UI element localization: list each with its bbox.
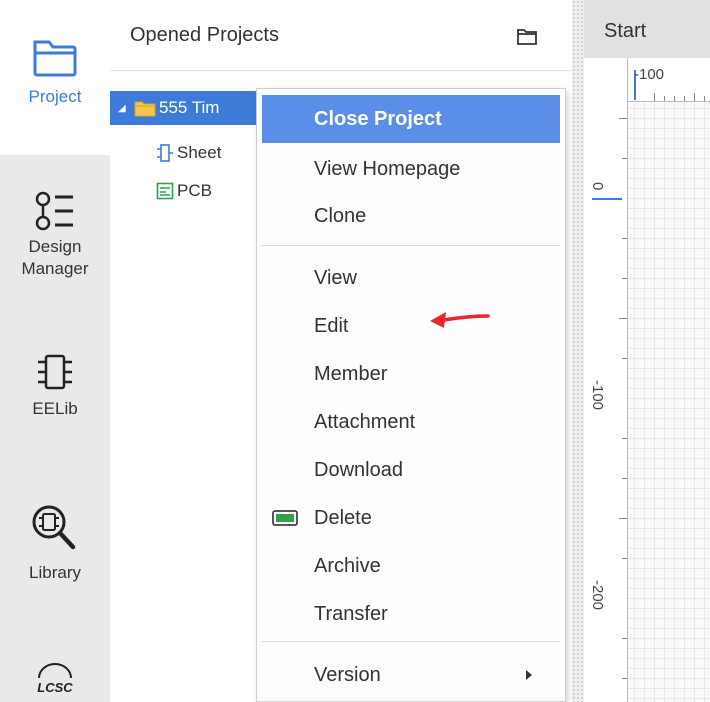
expand-caret-icon[interactable]: ◢ <box>118 103 130 114</box>
ruler-left-label: -100 <box>589 380 606 411</box>
menu-item-label: Archive <box>314 554 381 577</box>
panel-splitter[interactable] <box>572 0 584 702</box>
folder-icon <box>33 40 77 77</box>
rail-item-label: Project <box>28 87 82 106</box>
tree-item-label: PCB <box>177 181 212 200</box>
menu-separator <box>262 245 560 246</box>
menu-item-label: View <box>314 266 357 289</box>
magnify-chip-icon <box>32 505 76 550</box>
menu-item-clone[interactable]: Clone <box>262 192 560 240</box>
nav-rail: Project Design Manager EELib Library LCS… <box>0 0 110 702</box>
menu-item-label: View Homepage <box>314 157 461 180</box>
schematic-icon <box>157 144 173 162</box>
menu-item-member[interactable]: Member <box>262 350 560 398</box>
ruler-left-label: -200 <box>589 580 606 611</box>
canvas-tab-bar: Start <box>584 0 710 58</box>
list-icon <box>35 191 73 231</box>
pcb-icon <box>156 182 174 200</box>
tree-item-project[interactable]: ◢ 555 Tim <box>110 91 270 125</box>
ruler-left-label: 0 <box>589 182 606 191</box>
menu-item-label: Clone <box>314 204 367 227</box>
rail-item-eelib[interactable]: EELib <box>0 350 110 440</box>
panel-title: Opened Projects <box>130 24 279 46</box>
menu-item-transfer[interactable]: Transfer <box>262 590 560 638</box>
lcsc-logo-icon: LCSC <box>37 663 73 695</box>
menu-item-label: Transfer <box>314 602 388 625</box>
ruler-top-label: -100 <box>634 66 665 83</box>
panel-divider <box>110 70 572 71</box>
menu-item-label: Version <box>314 663 381 686</box>
menu-item-close-project[interactable]: Close Project <box>262 95 560 143</box>
rail-item-label: EELib <box>32 399 78 418</box>
rail-item-label: Library <box>29 563 81 582</box>
rail-item-label: Design Manager <box>21 237 89 278</box>
rail-item-project[interactable]: Project <box>0 0 110 155</box>
menu-item-archive[interactable]: Archive <box>262 542 560 590</box>
submenu-arrow-icon <box>526 670 532 680</box>
menu-item-edit[interactable]: Edit <box>262 302 560 350</box>
menu-item-label: Close Project <box>314 107 442 130</box>
tree-item-label: 555 Tim <box>159 98 220 117</box>
menu-item-label: Delete <box>314 506 372 529</box>
tree-item-label: Sheet <box>177 143 222 162</box>
menu-item-label: Member <box>314 362 388 385</box>
tab-start[interactable]: Start <box>584 0 710 58</box>
project-context-menu: Close Project View Homepage Clone View E… <box>256 88 566 702</box>
lcsc-label: LCSC <box>37 680 73 695</box>
folder-icon <box>134 101 156 117</box>
annotation-arrow-icon <box>430 312 490 328</box>
menu-item-version[interactable]: Version <box>262 651 560 699</box>
menu-separator <box>262 641 560 642</box>
menu-item-delete[interactable]: Delete <box>262 494 560 542</box>
menu-item-label: Edit <box>314 314 349 337</box>
menu-item-view-homepage[interactable]: View Homepage <box>262 145 560 193</box>
delete-icon <box>272 510 298 526</box>
tree-item-sheet[interactable]: Sheet <box>156 136 266 170</box>
rail-item-lcsc[interactable]: LCSC <box>0 660 110 702</box>
menu-item-label: Download <box>314 458 403 481</box>
rail-item-library[interactable]: Library <box>0 500 110 600</box>
menu-item-label: Attachment <box>314 410 416 433</box>
ruler-origin-marker <box>592 198 622 200</box>
chip-icon <box>38 354 72 390</box>
rail-item-design-manager[interactable]: Design Manager <box>0 188 110 308</box>
menu-item-download[interactable]: Download <box>262 446 560 494</box>
open-folder-icon[interactable] <box>516 26 538 46</box>
menu-item-attachment[interactable]: Attachment <box>262 398 560 446</box>
tree-item-pcb[interactable]: PCB <box>156 174 266 208</box>
menu-item-view[interactable]: View <box>262 254 560 302</box>
ruler-left: 0 -100 -200 <box>584 58 628 702</box>
